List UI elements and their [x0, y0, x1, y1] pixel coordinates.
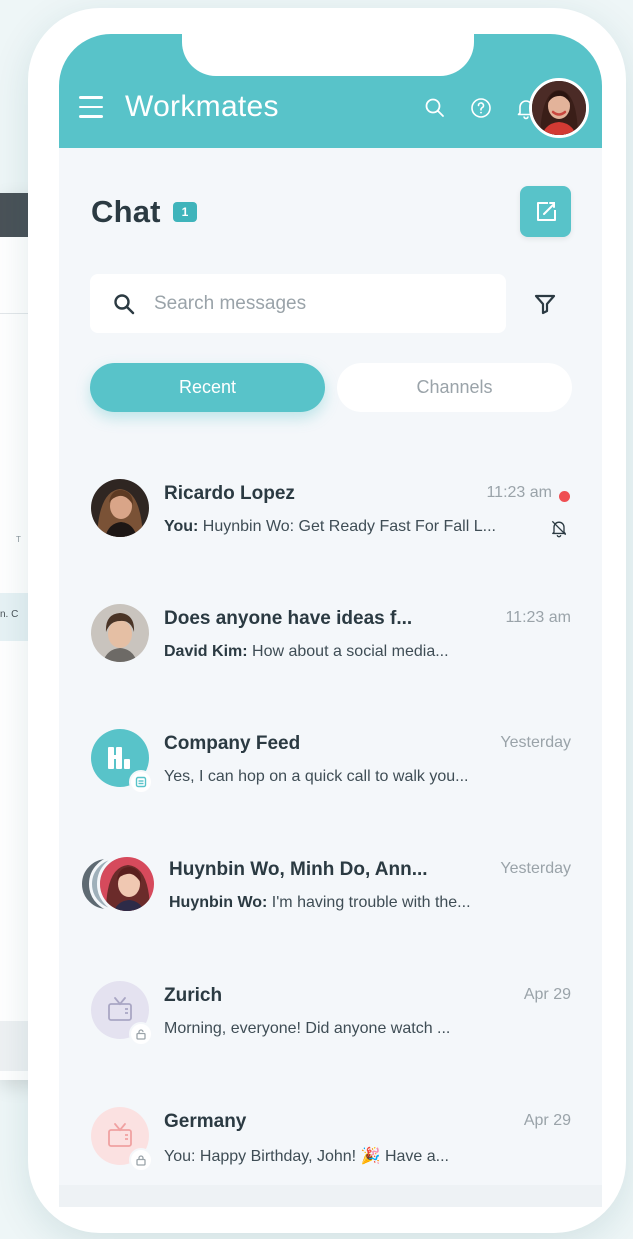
list-item[interactable]: Zurich Apr 29 Morning, everyone! Did any… — [59, 976, 602, 1076]
list-item[interactable]: Huynbin Wo, Minh Do, Ann... Yesterday Hu… — [59, 850, 602, 950]
search-icon[interactable] — [423, 96, 447, 120]
feed-badge-icon — [129, 770, 153, 794]
conversation-time: Yesterday — [500, 860, 571, 877]
phone-frame: Workmates Chat 1 Search messages Recent … — [28, 8, 626, 1233]
page-title: Chat — [91, 194, 161, 229]
list-bottom-edge — [59, 1185, 602, 1207]
muted-bell-icon — [551, 520, 567, 538]
conversation-preview: You: Huynbin Wo: Get Ready Fast For Fall… — [164, 518, 496, 536]
search-input[interactable] — [154, 274, 494, 333]
conversation-name: Does anyone have ideas f... — [164, 608, 413, 629]
phone-notch — [182, 34, 474, 76]
lock-badge-icon — [129, 1022, 153, 1046]
filter-icon[interactable] — [533, 292, 557, 316]
user-avatar[interactable] — [529, 78, 589, 138]
preview-sender: David Kim: — [164, 643, 248, 660]
preview-text: I'm having trouble with the... — [267, 894, 471, 911]
preview-text: Morning, everyone! Did anyone watch ... — [164, 1020, 451, 1037]
unread-count-badge: 1 — [173, 202, 197, 222]
conversation-time: Apr 29 — [523, 986, 571, 1003]
conversation-name: Germany — [164, 1111, 247, 1132]
conversation-preview: Morning, everyone! Did anyone watch ... — [164, 1020, 450, 1038]
preview-text: How about a social media... — [247, 643, 449, 660]
search-icon — [114, 294, 135, 315]
preview-text: You: Happy Birthday, John! 🎉 Have a... — [164, 1148, 449, 1165]
tab-recent[interactable]: Recent — [90, 363, 325, 412]
preview-text: Huynbin Wo: Get Ready Fast For Fall L... — [198, 518, 496, 535]
app-title: Workmates — [125, 90, 279, 123]
list-item[interactable]: Company Feed Yesterday Yes, I can hop on… — [59, 724, 602, 824]
unread-indicator — [559, 491, 570, 502]
preview-sender: Huynbin Wo: — [169, 894, 268, 911]
lock-icon — [129, 1148, 153, 1172]
conversation-preview: Huynbin Wo: I'm having trouble with the.… — [169, 894, 471, 912]
tab-channels[interactable]: Channels — [337, 363, 572, 412]
search-bar — [90, 274, 506, 333]
menu-icon[interactable] — [79, 96, 103, 118]
list-item[interactable]: Ricardo Lopez 11:23 am You: Huynbin Wo: … — [59, 474, 602, 574]
preview-sender: You: — [164, 518, 199, 535]
conversation-preview: You: Happy Birthday, John! 🎉 Have a... — [164, 1146, 449, 1166]
avatar — [91, 479, 149, 537]
conversation-name: Zurich — [164, 985, 223, 1006]
group-avatar — [79, 854, 159, 916]
preview-text: Yes, I can hop on a quick call to walk y… — [164, 768, 469, 785]
conversation-name: Ricardo Lopez — [164, 483, 295, 504]
conversation-name: Huynbin Wo, Minh Do, Ann... — [169, 859, 428, 880]
conversation-preview: David Kim: How about a social media... — [164, 643, 449, 661]
phone-screen: Workmates Chat 1 Search messages Recent … — [59, 34, 602, 1207]
conversation-time: 11:23 am — [486, 484, 552, 501]
compose-button[interactable] — [520, 186, 571, 237]
conversation-time: Apr 29 — [523, 1112, 571, 1129]
background-row-text: n. C — [0, 609, 19, 620]
background-column-header: T — [16, 535, 21, 544]
list-item[interactable]: Does anyone have ideas f... 11:23 am Dav… — [59, 599, 602, 699]
conversation-name: Company Feed — [164, 733, 301, 754]
compose-icon — [537, 202, 556, 221]
conversation-time: Yesterday — [500, 734, 571, 751]
help-icon[interactable] — [469, 96, 493, 120]
conversation-time: 11:23 am — [505, 609, 571, 626]
conversation-preview: Yes, I can hop on a quick call to walk y… — [164, 768, 468, 786]
avatar — [91, 604, 149, 662]
